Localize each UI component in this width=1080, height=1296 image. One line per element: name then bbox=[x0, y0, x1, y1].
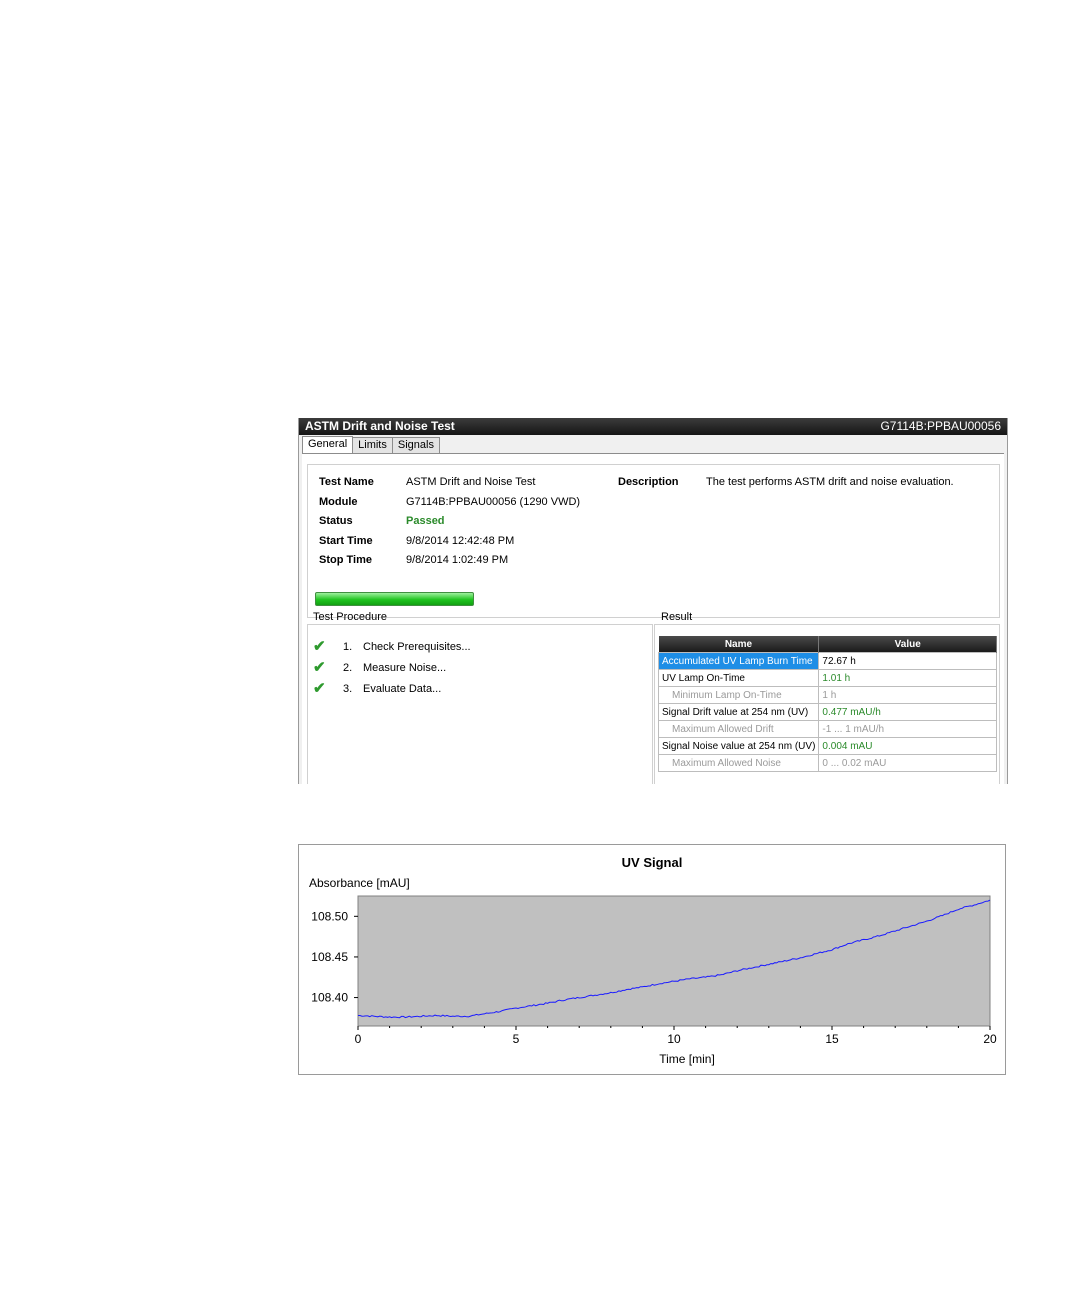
result-name: Signal Drift value at 254 nm (UV) bbox=[657, 703, 820, 721]
test-name-value: ASTM Drift and Noise Test bbox=[406, 476, 536, 488]
y-axis: 108.40 108.45 108.50 bbox=[311, 909, 358, 1005]
x-axis: 0 5 10 15 20 bbox=[355, 1026, 997, 1046]
table-row[interactable]: Signal Drift value at 254 nm (UV) 0.477 … bbox=[657, 703, 997, 721]
table-row[interactable]: Maximum Allowed Noise 0 ... 0.02 mAU bbox=[657, 754, 997, 772]
check-icon: ✔ bbox=[313, 680, 326, 697]
description-value: The test performs ASTM drift and noise e… bbox=[706, 476, 954, 488]
step-number: 3. bbox=[343, 683, 353, 695]
tab-limits[interactable]: Limits bbox=[352, 437, 393, 453]
module-serial: G7114B:PPBAU00056 bbox=[880, 419, 1001, 433]
result-value: 0 ... 0.02 mAU bbox=[818, 754, 997, 772]
test-name-label: Test Name bbox=[319, 476, 374, 488]
table-row[interactable]: UV Lamp On-Time 1.01 h bbox=[657, 669, 997, 687]
y-tick-label: 108.50 bbox=[311, 909, 348, 923]
table-row[interactable]: Minimum Lamp On-Time 1 h bbox=[657, 686, 997, 704]
result-value: 72.67 h bbox=[818, 652, 997, 670]
result-name: Maximum Allowed Noise bbox=[657, 754, 820, 772]
procedure-panel: ✔ 1. Check Prerequisites... ✔ 2. Measure… bbox=[307, 624, 653, 784]
y-tick-label: 108.40 bbox=[311, 991, 348, 1005]
result-name: UV Lamp On-Time bbox=[657, 669, 820, 687]
window-title: ASTM Drift and Noise Test bbox=[305, 419, 455, 433]
test-info-panel: Test Name ASTM Drift and Noise Test Modu… bbox=[307, 464, 1000, 618]
procedure-group-title: Test Procedure bbox=[313, 611, 387, 623]
name-column-header[interactable]: Name bbox=[658, 636, 820, 653]
result-table: Name Value Accumulated UV Lamp Burn Time… bbox=[657, 636, 997, 772]
result-header-row: Name Value bbox=[658, 636, 997, 653]
tab-signals[interactable]: Signals bbox=[391, 437, 440, 453]
stop-time-value: 9/8/2014 1:02:49 PM bbox=[406, 554, 509, 566]
result-value: 1 h bbox=[818, 686, 997, 704]
status-label: Status bbox=[319, 515, 353, 527]
result-name: Signal Noise value at 254 nm (UV) bbox=[657, 737, 820, 755]
start-time-label: Start Time bbox=[319, 535, 373, 547]
result-value: 1.01 h bbox=[818, 669, 997, 687]
y-tick-label: 108.45 bbox=[311, 950, 348, 964]
tab-general[interactable]: General bbox=[302, 436, 354, 454]
table-row[interactable]: Accumulated UV Lamp Burn Time 72.67 h bbox=[657, 652, 997, 670]
chart-title: UV Signal bbox=[622, 855, 683, 870]
step-label: Evaluate Data... bbox=[363, 683, 442, 695]
result-value: 0.004 mAU bbox=[818, 737, 997, 755]
check-icon: ✔ bbox=[313, 638, 326, 655]
step-label: Check Prerequisites... bbox=[363, 641, 471, 653]
x-axis-label: Time [min] bbox=[659, 1052, 715, 1066]
step-number: 1. bbox=[343, 641, 353, 653]
check-icon: ✔ bbox=[313, 659, 326, 676]
result-name: Accumulated UV Lamp Burn Time bbox=[657, 652, 820, 670]
chart-svg: UV Signal Absorbance [mAU] 108.40108.451… bbox=[309, 855, 997, 1066]
status-value: Passed bbox=[406, 515, 445, 527]
x-tick-label: 0 bbox=[355, 1032, 362, 1046]
table-row[interactable]: Signal Noise value at 254 nm (UV) 0.004 … bbox=[657, 737, 997, 755]
y-axis-label: Absorbance [mAU] bbox=[309, 876, 410, 890]
step-label: Measure Noise... bbox=[363, 662, 447, 674]
x-tick-label: 10 bbox=[667, 1032, 681, 1046]
x-tick-label: 5 bbox=[513, 1032, 520, 1046]
value-column-header[interactable]: Value bbox=[818, 636, 997, 653]
result-name: Minimum Lamp On-Time bbox=[657, 686, 820, 704]
start-time-value: 9/8/2014 12:42:48 PM bbox=[406, 535, 515, 547]
result-group-title: Result bbox=[661, 611, 693, 623]
x-tick-label: 15 bbox=[825, 1032, 839, 1046]
test-progress-bar bbox=[315, 592, 474, 606]
step-number: 2. bbox=[343, 662, 353, 674]
tab-bar: General Limits Signals bbox=[302, 436, 440, 454]
general-tab-panel: Test Name ASTM Drift and Noise Test Modu… bbox=[302, 453, 1004, 784]
module-value: G7114B:PPBAU00056 (1290 VWD) bbox=[406, 496, 581, 508]
uv-signal-chart: UV Signal Absorbance [mAU] 108.40 108.45 1… bbox=[298, 844, 1006, 1075]
window-titlebar: ASTM Drift and Noise Test G7114B:PPBAU00… bbox=[299, 418, 1007, 435]
module-label: Module bbox=[319, 496, 358, 508]
test-window: ASTM Drift and Noise Test G7114B:PPBAU00… bbox=[298, 418, 1008, 784]
x-tick-label: 20 bbox=[983, 1032, 997, 1046]
stop-time-label: Stop Time bbox=[319, 554, 372, 566]
description-label: Description bbox=[618, 476, 679, 488]
result-value: -1 ... 1 mAU/h bbox=[818, 720, 997, 738]
table-row[interactable]: Maximum Allowed Drift -1 ... 1 mAU/h bbox=[657, 720, 997, 738]
result-value: 0.477 mAU/h bbox=[818, 703, 997, 721]
plot-area bbox=[357, 895, 991, 1027]
result-name: Maximum Allowed Drift bbox=[657, 720, 820, 738]
